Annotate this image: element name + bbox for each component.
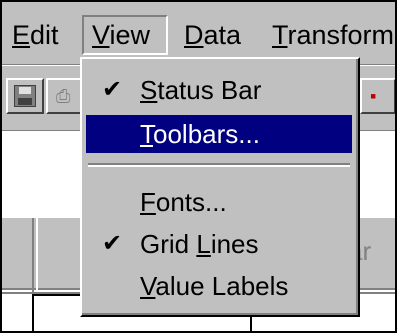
checkmark-icon: ✔ — [102, 76, 123, 103]
menu-item-fonts[interactable]: Fonts... — [86, 183, 352, 221]
menu-item-status-bar[interactable]: ✔ Status Bar — [86, 71, 352, 109]
print-icon: ⎙ — [56, 86, 71, 106]
menu-bar: Edit View Data Transform — [2, 2, 395, 65]
chart-icon: ▪ — [370, 86, 377, 106]
menu-item-label: Fonts... — [140, 187, 227, 217]
menu-view-rest: iew — [109, 20, 151, 50]
column-divider-highlight — [36, 218, 38, 292]
menu-transform-rest: ransform — [287, 20, 395, 50]
save-icon — [14, 85, 36, 107]
menu-item-label: Grid Lines — [140, 229, 259, 259]
column-divider — [32, 218, 34, 292]
menu-item-value-labels[interactable]: Value Labels — [86, 267, 352, 305]
menu-data[interactable]: Data — [184, 15, 241, 55]
menu-item-label: Status Bar — [140, 75, 262, 105]
menu-item-label: Toolbars... — [140, 119, 260, 149]
print-button[interactable]: ⎙ — [46, 78, 82, 114]
toolbar-button-right[interactable]: ▪ — [360, 78, 395, 114]
application-window: Edit View Data Transform ⎙ ▪ ar ✔ Status… — [0, 0, 397, 333]
menu-data-rest: ata — [203, 20, 242, 50]
menu-item-toolbars[interactable]: Toolbars... — [86, 115, 352, 153]
save-button[interactable] — [6, 78, 44, 114]
menu-item-label: Value Labels — [140, 271, 289, 301]
menu-item-grid-lines[interactable]: ✔ Grid Lines — [86, 225, 352, 263]
menu-view[interactable]: View — [82, 15, 168, 55]
view-menu-dropdown: ✔ Status Bar Toolbars... Fonts... ✔ Grid… — [80, 57, 360, 317]
menu-separator — [88, 163, 350, 167]
menu-transform[interactable]: Transform — [272, 15, 394, 55]
menu-edit[interactable]: Edit — [12, 15, 59, 55]
checkmark-icon: ✔ — [102, 230, 123, 257]
menu-edit-rest: dit — [30, 20, 59, 50]
